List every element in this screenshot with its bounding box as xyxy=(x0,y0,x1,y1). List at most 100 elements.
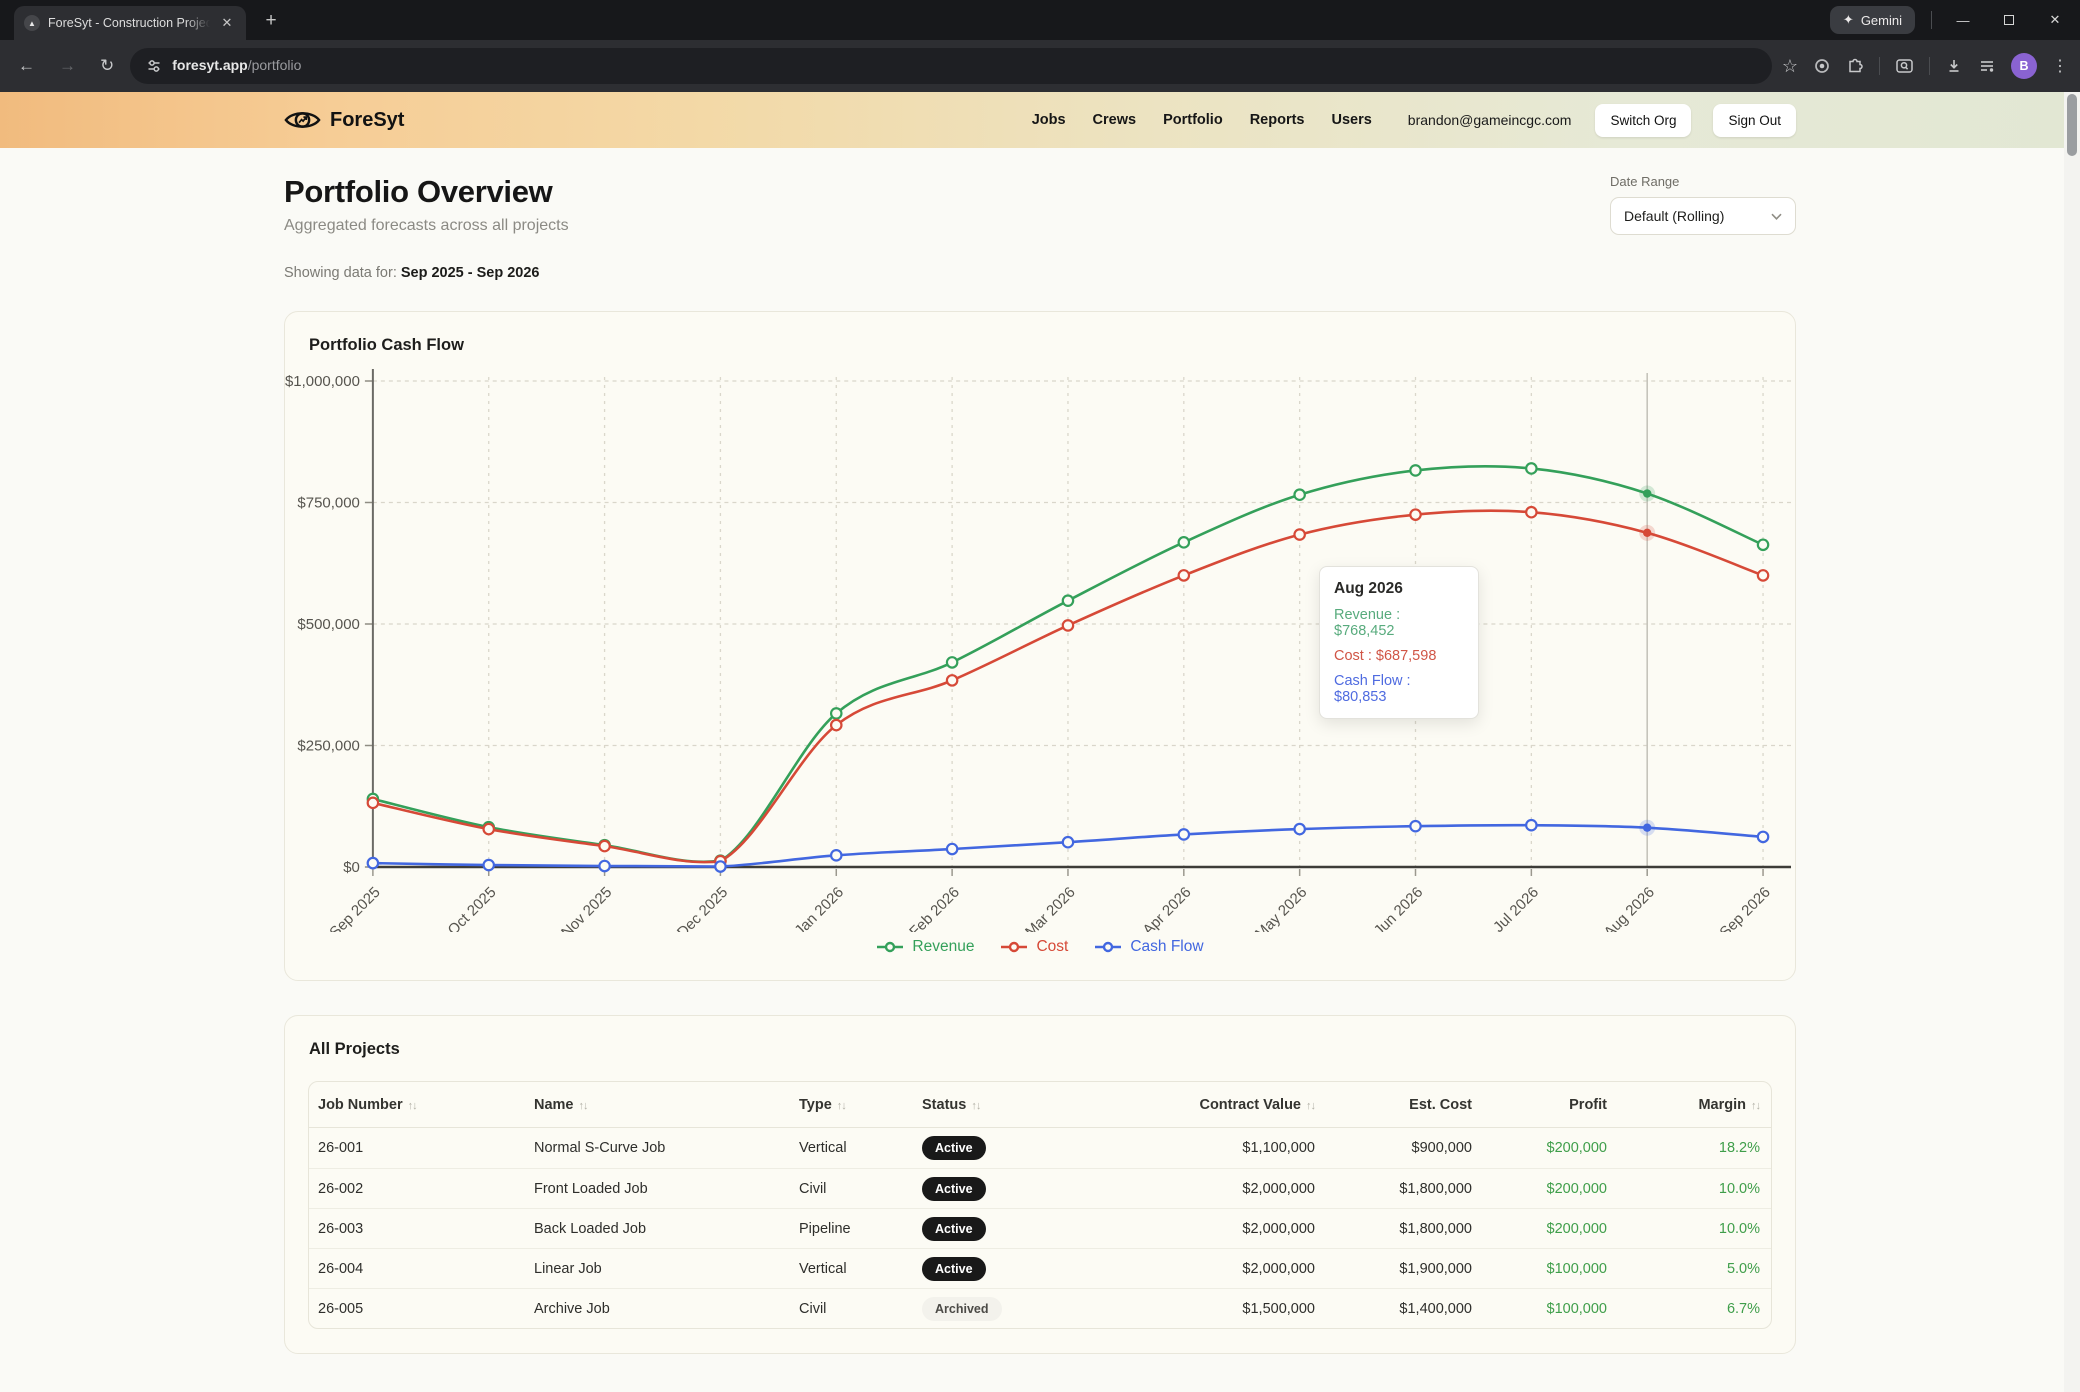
page-scrollbar[interactable] xyxy=(2064,92,2080,1392)
cell-profit: $100,000 xyxy=(1472,1301,1607,1317)
col-job-number[interactable]: Job Number xyxy=(318,1097,403,1113)
switch-org-button[interactable]: Switch Org xyxy=(1595,104,1691,137)
col-name[interactable]: Name xyxy=(534,1097,574,1113)
back-button[interactable]: ← xyxy=(18,56,35,76)
nav-portfolio[interactable]: Portfolio xyxy=(1163,112,1223,128)
sort-icon[interactable]: ↑↓ xyxy=(971,1100,980,1112)
cell-job-number: 26-001 xyxy=(309,1140,534,1156)
legend-item-cost[interactable]: Cost xyxy=(1000,938,1068,956)
tab-strip: ▲ ForeSyt - Construction Project F ✕ + ✦… xyxy=(0,0,2080,40)
cell-profit: $200,000 xyxy=(1472,1140,1607,1156)
page-title: Portfolio Overview xyxy=(284,174,569,210)
nav-jobs[interactable]: Jobs xyxy=(1032,112,1066,128)
cell-margin: 6.7% xyxy=(1607,1301,1771,1317)
col-status[interactable]: Status xyxy=(922,1097,966,1113)
extensions-icon[interactable] xyxy=(1846,57,1864,75)
svg-text:May 2026: May 2026 xyxy=(1252,884,1311,932)
cell-name: Archive Job xyxy=(534,1301,799,1317)
window-close-button[interactable]: ✕ xyxy=(2040,12,2070,28)
scrollbar-thumb[interactable] xyxy=(2067,94,2077,156)
sidebar-search-icon[interactable] xyxy=(1895,57,1914,75)
foresyt-eye-icon xyxy=(284,107,321,133)
sort-icon[interactable]: ↑↓ xyxy=(579,1100,588,1112)
svg-text:$1,000,000: $1,000,000 xyxy=(285,373,360,390)
cell-margin: 10.0% xyxy=(1607,1221,1771,1237)
new-tab-button[interactable]: + xyxy=(258,8,284,34)
sort-icon[interactable]: ↑↓ xyxy=(408,1100,417,1112)
table-row[interactable]: 26-002 Front Loaded Job Civil Active $2,… xyxy=(309,1168,1771,1208)
table-row[interactable]: 26-004 Linear Job Vertical Active $2,000… xyxy=(309,1248,1771,1288)
status-badge: Active xyxy=(922,1136,986,1160)
svg-text:Sep 2025: Sep 2025 xyxy=(326,884,383,932)
site-settings-icon[interactable] xyxy=(146,58,162,74)
cell-job-number: 26-005 xyxy=(309,1301,534,1317)
sign-out-button[interactable]: Sign Out xyxy=(1713,104,1796,137)
tooltip-month: Aug 2026 xyxy=(1334,580,1464,598)
cell-type: Vertical xyxy=(799,1140,922,1156)
cell-name: Front Loaded Job xyxy=(534,1181,799,1197)
download-icon[interactable] xyxy=(1945,57,1963,75)
address-bar[interactable]: foresyt.app/portfolio xyxy=(130,48,1772,84)
cell-est-cost: $1,800,000 xyxy=(1315,1181,1472,1197)
legend-item-revenue[interactable]: Revenue xyxy=(876,938,974,956)
cell-contract-value: $1,100,000 xyxy=(1122,1140,1315,1156)
profile-avatar[interactable]: B xyxy=(2011,53,2037,79)
url-text[interactable]: foresyt.app/portfolio xyxy=(172,57,301,75)
col-profit: Profit xyxy=(1569,1097,1607,1113)
cell-name: Normal S-Curve Job xyxy=(534,1140,799,1156)
cell-contract-value: $1,500,000 xyxy=(1122,1301,1315,1317)
forward-button[interactable]: → xyxy=(59,56,76,76)
col-contract-value[interactable]: Contract Value xyxy=(1199,1097,1301,1113)
tooltip-cost: Cost : $687,598 xyxy=(1334,648,1464,664)
svg-text:Dec 2025: Dec 2025 xyxy=(674,884,731,932)
lens-icon[interactable] xyxy=(1813,57,1831,75)
sort-icon[interactable]: ↑↓ xyxy=(837,1100,846,1112)
sort-icon[interactable]: ↑↓ xyxy=(1306,1100,1315,1112)
svg-text:Sep 2026: Sep 2026 xyxy=(1716,884,1773,932)
legend-marker-icon xyxy=(1094,941,1122,953)
table-row[interactable]: 26-005 Archive Job Civil Archived $1,500… xyxy=(309,1288,1771,1328)
chart-title: Portfolio Cash Flow xyxy=(309,336,1795,355)
date-range-select[interactable]: Default (Rolling) xyxy=(1610,197,1796,235)
svg-text:Nov 2025: Nov 2025 xyxy=(558,884,615,932)
reading-list-icon[interactable] xyxy=(1978,57,1996,75)
cell-type: Civil xyxy=(799,1181,922,1197)
table-row[interactable]: 26-003 Back Loaded Job Pipeline Active $… xyxy=(309,1208,1771,1248)
divider xyxy=(1929,57,1930,75)
browser-tab[interactable]: ▲ ForeSyt - Construction Project F ✕ xyxy=(14,6,246,40)
projects-table: Job Number ↑↓ Name ↑↓ Type ↑↓ Status ↑↓ Cont… xyxy=(308,1081,1772,1329)
svg-text:Jan 2026: Jan 2026 xyxy=(791,884,847,932)
cell-name: Back Loaded Job xyxy=(534,1221,799,1237)
col-type[interactable]: Type xyxy=(799,1097,832,1113)
legend-marker-icon xyxy=(876,941,904,953)
chart-tooltip: Aug 2026 Revenue : $768,452 Cost : $687,… xyxy=(1319,566,1479,719)
browser-menu-icon[interactable]: ⋮ xyxy=(2052,56,2068,76)
app-header: ForeSyt Jobs Crews Portfolio Reports Use… xyxy=(0,92,2080,148)
all-projects-card: All Projects Job Number↑↓ Name↑↓ Type↑↓ … xyxy=(284,1015,1796,1354)
svg-text:Mar 2026: Mar 2026 xyxy=(1022,884,1079,932)
nav-reports[interactable]: Reports xyxy=(1250,112,1305,128)
col-margin[interactable]: Margin xyxy=(1698,1097,1746,1113)
bookmark-star-icon[interactable]: ☆ xyxy=(1782,56,1798,77)
cashflow-card: Portfolio Cash Flow Sep 2025Oct 2025Nov … xyxy=(284,311,1796,981)
cell-type: Vertical xyxy=(799,1261,922,1277)
nav-crews[interactable]: Crews xyxy=(1093,112,1137,128)
tab-close-icon[interactable]: ✕ xyxy=(218,14,236,32)
cashflow-chart[interactable]: Sep 2025Oct 2025Nov 2025Dec 2025Jan 2026… xyxy=(285,367,1795,932)
status-badge: Archived xyxy=(922,1297,1002,1321)
minimize-button[interactable]: — xyxy=(1948,13,1978,28)
cell-est-cost: $1,400,000 xyxy=(1315,1301,1472,1317)
date-range-label: Date Range xyxy=(1610,174,1796,189)
cell-est-cost: $900,000 xyxy=(1315,1140,1472,1156)
cell-est-cost: $1,800,000 xyxy=(1315,1221,1472,1237)
sort-icon[interactable]: ↑↓ xyxy=(1751,1100,1760,1112)
legend-item-cash-flow[interactable]: Cash Flow xyxy=(1094,938,1203,956)
table-row[interactable]: 26-001 Normal S-Curve Job Vertical Activ… xyxy=(309,1128,1771,1168)
tooltip-revenue: Revenue : $768,452 xyxy=(1334,607,1464,639)
maximize-button[interactable] xyxy=(1994,13,2024,28)
gemini-button[interactable]: ✦ Gemini xyxy=(1830,6,1915,34)
nav-users[interactable]: Users xyxy=(1331,112,1371,128)
reload-button[interactable]: ↻ xyxy=(100,56,114,76)
brand-logo[interactable]: ForeSyt xyxy=(284,107,404,133)
chart-legend: Revenue Cost Cash Flow xyxy=(285,938,1795,956)
